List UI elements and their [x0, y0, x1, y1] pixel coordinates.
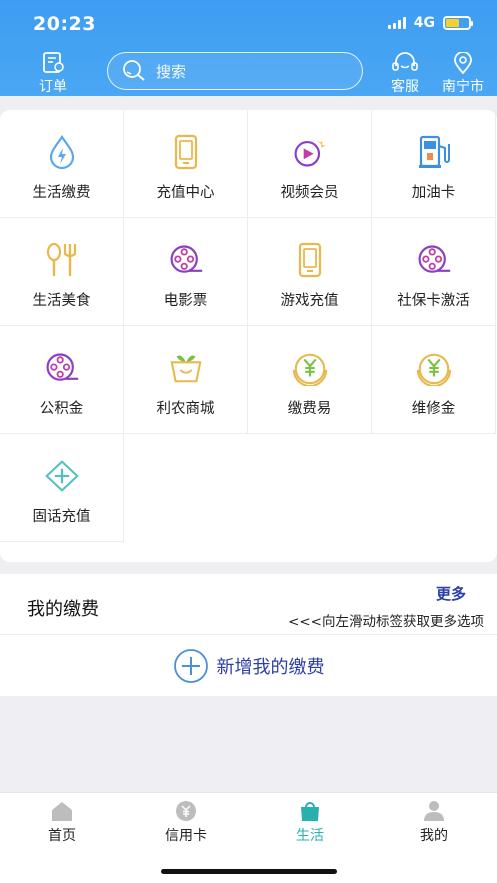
service-label: 利农商城: [156, 401, 215, 417]
service-label: 生活美食: [32, 293, 91, 309]
service-movie-ticket[interactable]: 电影票: [124, 218, 248, 326]
more-link[interactable]: 更多: [436, 583, 466, 604]
customer-service-label: 客服: [391, 79, 419, 95]
phone-icon: [168, 134, 204, 170]
service-repair-fund[interactable]: 维修金: [372, 326, 496, 434]
service-label: 加油卡: [411, 185, 456, 201]
signal-icon: [387, 17, 406, 29]
service-utility-payment[interactable]: 生活缴费: [0, 110, 124, 218]
service-label: 社保卡激活: [397, 293, 470, 309]
fork-spoon-icon: [44, 242, 80, 278]
phone-icon: [292, 242, 328, 278]
search-icon: [123, 60, 145, 81]
service-label: 固话充值: [32, 509, 91, 525]
film-reel-icon: [44, 350, 80, 386]
battery-icon: [443, 16, 473, 30]
network-type: 4G: [413, 15, 435, 31]
tab-mine[interactable]: 我的: [372, 800, 496, 845]
orders-button[interactable]: 订单: [36, 52, 70, 96]
service-housing-fund[interactable]: 公积金: [0, 326, 124, 434]
fuel-pump-icon: [416, 134, 452, 170]
tab-label: 信用卡: [165, 828, 207, 844]
bag-icon: [298, 800, 322, 822]
orders-icon: [43, 52, 64, 73]
swipe-hint: <<<向左滑动标签获取更多选项: [288, 614, 484, 630]
service-label: 生活缴费: [32, 185, 91, 201]
customer-service-button[interactable]: 客服: [388, 52, 422, 96]
headset-icon: [392, 52, 418, 71]
tab-life[interactable]: 生活: [248, 800, 372, 845]
tab-label: 我的: [420, 828, 448, 844]
service-label: 公积金: [39, 401, 84, 417]
service-game-topup[interactable]: 游戏充值: [248, 218, 372, 326]
service-landline-topup[interactable]: 固话充值: [0, 434, 124, 542]
service-video-vip[interactable]: 视频会员: [248, 110, 372, 218]
home-indicator: [161, 869, 337, 874]
add-payment-button[interactable]: 新增我的缴费: [0, 635, 497, 696]
plus-diamond-icon: [44, 458, 80, 494]
my-payments-title: 我的缴费: [27, 599, 99, 620]
service-label: 视频会员: [280, 185, 339, 201]
service-social-card[interactable]: 社保卡激活: [372, 218, 496, 326]
tab-credit-card[interactable]: 信用卡: [124, 800, 248, 845]
video-play-icon: [292, 134, 328, 170]
service-label: 充值中心: [156, 185, 215, 201]
service-food[interactable]: 生活美食: [0, 218, 124, 326]
service-fuel-card[interactable]: 加油卡: [372, 110, 496, 218]
orders-label: 订单: [39, 79, 67, 95]
status-time: 20:23: [33, 13, 96, 35]
city-selector[interactable]: 南宁市: [438, 52, 488, 96]
service-farm-mall[interactable]: 利农商城: [124, 326, 248, 434]
service-topup-center[interactable]: 充值中心: [124, 110, 248, 218]
service-label: 游戏充值: [280, 293, 339, 309]
home-icon: [50, 800, 74, 822]
user-icon: [422, 800, 446, 822]
service-label: 缴费易: [287, 401, 332, 417]
yuan-coin-icon: [292, 350, 328, 386]
water-drop-bolt-icon: [44, 134, 80, 170]
film-reel-icon: [168, 242, 204, 278]
status-indicators: 4G: [387, 15, 473, 31]
yuan-icon: [174, 800, 198, 822]
service-label: 电影票: [163, 293, 208, 309]
search-input[interactable]: 搜索: [107, 52, 363, 90]
service-label: 维修金: [411, 401, 456, 417]
plus-circle-icon: [173, 648, 208, 683]
add-payment-label: 新增我的缴费: [216, 656, 325, 678]
tab-label: 生活: [296, 828, 324, 844]
my-payments-section: 我的缴费 更多 <<<向左滑动标签获取更多选项 新增我的缴费: [0, 574, 497, 696]
film-reel-icon: [416, 242, 452, 278]
city-label: 南宁市: [442, 79, 484, 95]
service-easy-pay[interactable]: 缴费易: [248, 326, 372, 434]
location-pin-icon: [454, 52, 472, 74]
shopping-basket-icon: [168, 350, 204, 386]
yuan-coin-icon: [416, 350, 452, 386]
search-placeholder: 搜索: [156, 62, 187, 81]
tab-label: 首页: [48, 828, 76, 844]
tab-home[interactable]: 首页: [0, 800, 124, 845]
header-bar: 20:23 4G 订单 搜索 客服 南宁市: [0, 0, 497, 96]
service-grid-card: 生活缴费 充值中心 视频会员 加油卡 生活美食 电影票 游戏充值 社保卡激活 公…: [0, 110, 497, 562]
